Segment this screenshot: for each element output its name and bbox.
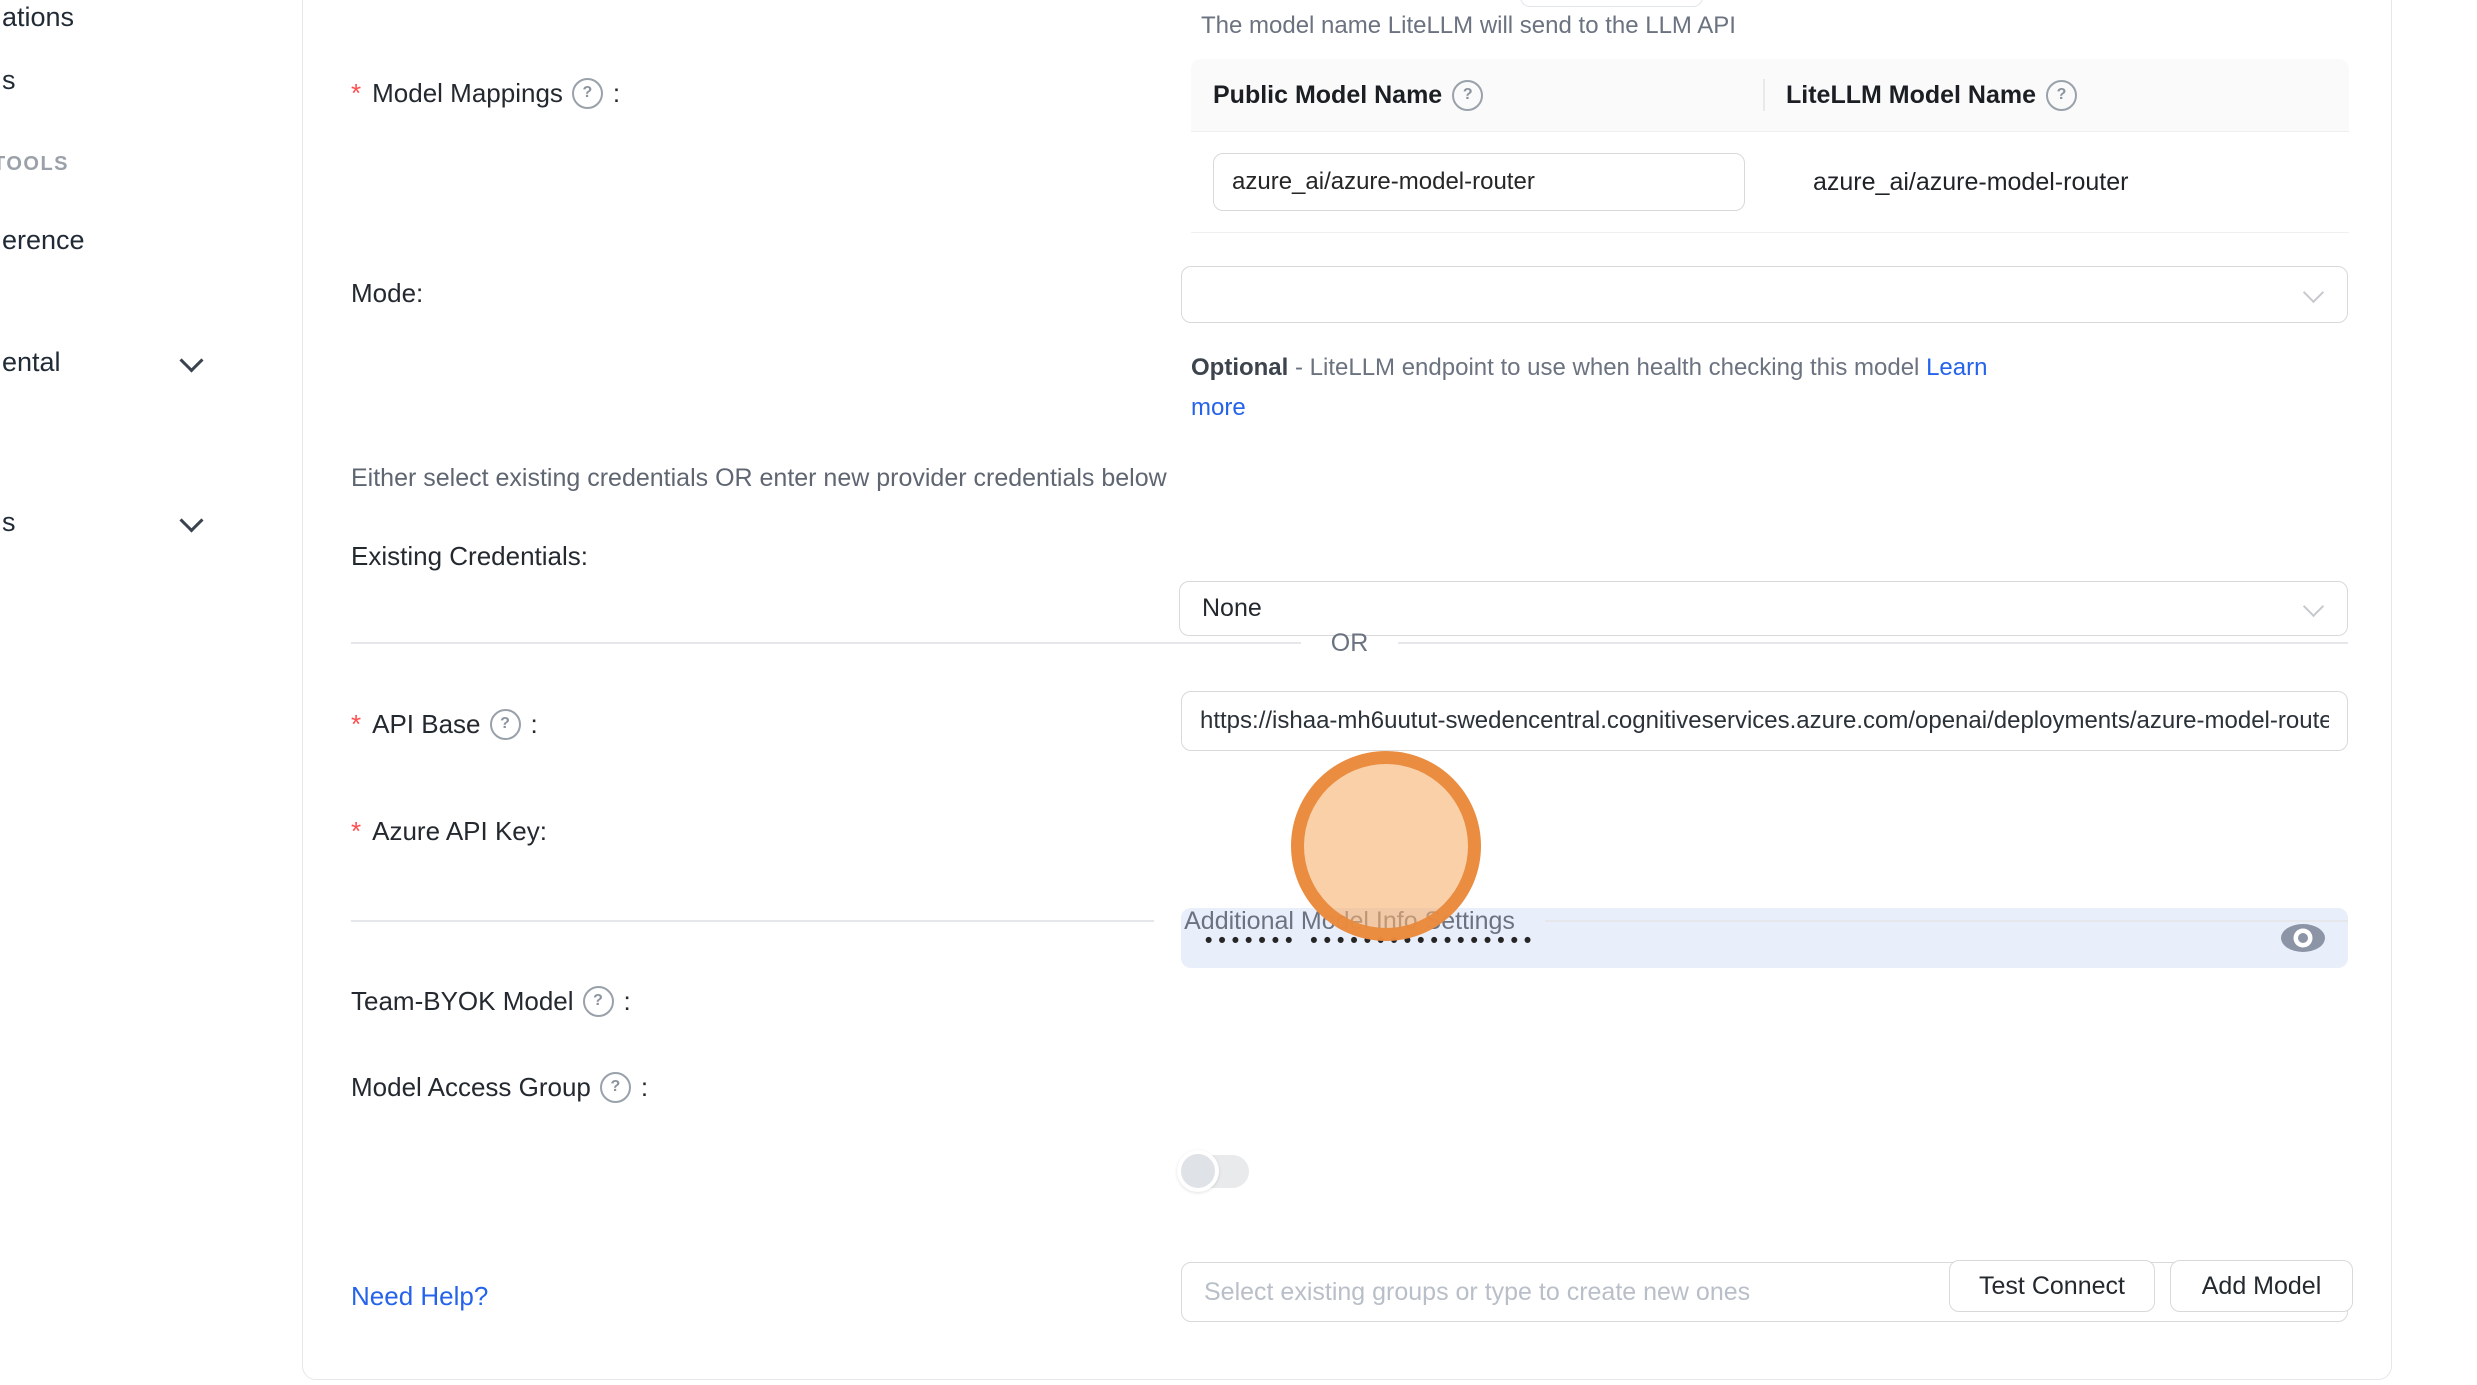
required-asterisk: * — [351, 708, 361, 740]
colon: : — [641, 1071, 648, 1103]
header-label: Public Model Name — [1213, 81, 1442, 110]
help-icon[interactable]: ? — [600, 1072, 631, 1103]
model-mappings-table: Public Model Name ? LiteLLM Model Name ?… — [1191, 59, 2349, 233]
chevron-down-icon[interactable] — [179, 348, 203, 372]
colon: : — [624, 985, 631, 1017]
existing-credentials-value: None — [1202, 594, 1262, 623]
litellm-model-name-value: azure_ai/azure-model-router — [1745, 168, 2128, 197]
sidebar-item-clipped-3[interactable]: erence — [2, 223, 85, 257]
learn-more-link[interactable]: more — [1191, 394, 1246, 421]
public-model-name-input[interactable] — [1213, 153, 1745, 211]
credentials-hint: Either select existing credentials OR en… — [351, 463, 1167, 493]
help-icon[interactable]: ? — [1452, 80, 1483, 111]
model-access-group-label: Model Access Group ? : — [351, 1071, 648, 1103]
learn-more-link[interactable]: Learn — [1926, 354, 1987, 381]
column-header-litellm-model-name: LiteLLM Model Name ? — [1764, 80, 2077, 111]
table-header-row: Public Model Name ? LiteLLM Model Name ? — [1191, 59, 2349, 132]
divider-line — [351, 920, 1154, 922]
sidebar-item-clipped-5[interactable]: s — [2, 505, 16, 539]
chevron-down-icon[interactable] — [179, 508, 203, 532]
sidebar-item-clipped-4[interactable]: ental — [2, 345, 61, 379]
add-model-form-screen: ations s TOOLS erence ental s The model … — [0, 0, 2477, 1385]
azure-api-key-label: * Azure API Key: — [351, 815, 547, 847]
or-divider: OR — [351, 629, 2348, 657]
mode-label-text: Mode: — [351, 277, 423, 309]
mode-helper-note: Optional - LiteLLM endpoint to use when … — [1191, 348, 2071, 428]
model-access-group-placeholder: Select existing groups or type to create… — [1204, 1278, 1750, 1307]
chevron-down-icon — [2303, 595, 2324, 616]
toggle-knob — [1177, 1150, 1219, 1192]
sidebar-item-clipped-2[interactable]: s — [2, 63, 16, 97]
team-byok-label: Team-BYOK Model ? : — [351, 985, 631, 1017]
mode-label: Mode: — [351, 277, 423, 309]
column-header-public-model-name: Public Model Name ? — [1191, 80, 1764, 111]
test-connect-button[interactable]: Test Connect — [1949, 1260, 2155, 1312]
model-name-hint: The model name LiteLLM will send to the … — [1201, 11, 1736, 41]
optional-bold: Optional — [1191, 354, 1288, 381]
api-base-label-text: API Base — [372, 708, 480, 740]
add-model-card: The model name LiteLLM will send to the … — [302, 0, 2392, 1380]
table-row: azure_ai/azure-model-router — [1191, 132, 2349, 232]
or-divider-text: OR — [1301, 629, 1399, 658]
divider-line — [351, 642, 1301, 644]
azure-api-key-label-text: Azure API Key: — [372, 815, 547, 847]
additional-settings-divider: Additional Model Info Settings — [351, 907, 2348, 935]
divider-line — [1545, 920, 2348, 922]
sidebar-section-tools: TOOLS — [0, 152, 69, 176]
colon: : — [531, 708, 538, 740]
header-label: LiteLLM Model Name — [1786, 81, 2036, 110]
help-icon[interactable]: ? — [583, 986, 614, 1017]
sidebar-item-clipped-1[interactable]: ations — [2, 0, 74, 34]
header-divider — [1763, 79, 1765, 111]
model-mappings-label-text: Model Mappings — [372, 77, 563, 109]
clipped-control-above — [1520, 0, 1703, 7]
model-mappings-label: * Model Mappings ? : — [351, 77, 620, 109]
note-text: - LiteLLM endpoint to use when health ch… — [1288, 354, 1926, 381]
api-base-input[interactable] — [1181, 691, 2348, 751]
colon: : — [613, 77, 620, 109]
existing-credentials-label-text: Existing Credentials: — [351, 540, 588, 572]
mode-select[interactable] — [1181, 266, 2348, 323]
need-help-link[interactable]: Need Help? — [351, 1281, 488, 1311]
chevron-down-icon — [2303, 281, 2324, 302]
team-byok-toggle[interactable] — [1179, 1155, 1249, 1188]
help-icon[interactable]: ? — [2046, 80, 2077, 111]
api-base-label: * API Base ? : — [351, 708, 538, 740]
divider-line — [1398, 642, 2348, 644]
required-asterisk: * — [351, 815, 361, 847]
model-access-group-label-text: Model Access Group — [351, 1071, 591, 1103]
team-byok-label-text: Team-BYOK Model — [351, 985, 574, 1017]
add-model-button[interactable]: Add Model — [2170, 1260, 2353, 1312]
help-icon[interactable]: ? — [490, 709, 521, 740]
additional-settings-divider-text: Additional Model Info Settings — [1154, 907, 1545, 936]
existing-credentials-label: Existing Credentials: — [351, 540, 588, 572]
help-icon[interactable]: ? — [572, 78, 603, 109]
required-asterisk: * — [351, 77, 361, 109]
